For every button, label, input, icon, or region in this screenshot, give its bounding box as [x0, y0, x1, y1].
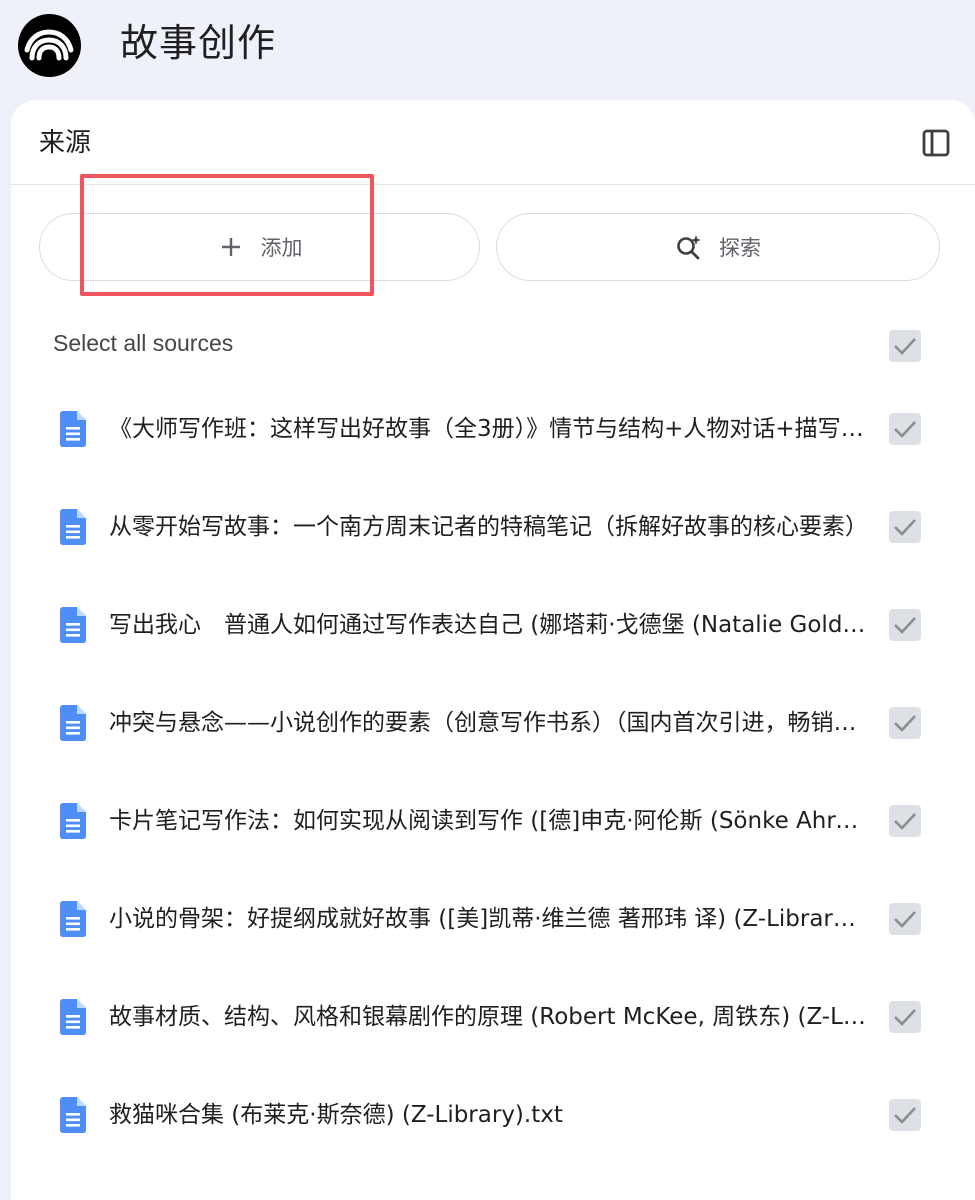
source-title: 冲突与悬念——小说创作的要素（创意写作书系）（国内首次引进，畅销经典）	[109, 710, 869, 736]
source-title: 小说的骨架：好提纲成就好故事 ([美]凯蒂·维兰德 著邢玮 译) (Z-Libr…	[109, 906, 869, 932]
collapse-panel-button[interactable]	[917, 124, 955, 162]
checkmark-icon	[894, 421, 916, 438]
source-checkbox[interactable]	[889, 903, 921, 935]
checkmark-icon	[894, 715, 916, 732]
document-icon	[58, 410, 88, 448]
side-panel-icon	[922, 129, 950, 157]
document-icon	[58, 1096, 88, 1134]
checkmark-icon	[894, 519, 916, 536]
add-source-button[interactable]: 添加	[39, 213, 480, 281]
checkmark-icon	[894, 338, 916, 355]
source-title: 故事材质、结构、风格和银幕剧作的原理 (Robert McKee, 周铁东) (…	[109, 1004, 869, 1030]
panel-header: 来源	[11, 100, 975, 185]
source-checkbox[interactable]	[889, 1099, 921, 1131]
notebook-logo-icon[interactable]	[18, 14, 81, 77]
app-header: 故事创作	[0, 0, 975, 100]
sparkle-search-icon	[675, 233, 703, 261]
source-item[interactable]: 《大师写作班：这样写出好故事（全3册）》情节与结构+人物对话+描写与背景	[11, 380, 975, 478]
source-checkbox[interactable]	[889, 413, 921, 445]
discover-sources-label: 探索	[719, 236, 761, 260]
source-checkbox[interactable]	[889, 609, 921, 641]
source-title: 从零开始写故事：一个南方周末记者的特稿笔记（拆解好故事的核心要素）	[109, 514, 868, 540]
source-checkbox[interactable]	[889, 1001, 921, 1033]
document-icon	[58, 802, 88, 840]
source-title: 救猫咪合集 (布莱克·斯奈德) (Z-Library).txt	[109, 1102, 563, 1128]
discover-sources-button[interactable]: 探索	[496, 213, 940, 281]
source-item[interactable]: 小说的骨架：好提纲成就好故事 ([美]凯蒂·维兰德 著邢玮 译) (Z-Libr…	[11, 870, 975, 968]
document-icon	[58, 704, 88, 742]
source-checkbox[interactable]	[889, 511, 921, 543]
select-all-checkbox[interactable]	[889, 330, 921, 362]
source-item[interactable]: 卡片笔记写作法：如何实现从阅读到写作 ([德]申克·阿伦斯 (Sönke Ahr…	[11, 772, 975, 870]
select-all-row[interactable]: Select all sources	[11, 320, 975, 372]
source-title: 写出我心 普通人如何通过写作表达自己 (娜塔莉·戈德堡 (Natalie Gol…	[109, 612, 869, 638]
source-title: 卡片笔记写作法：如何实现从阅读到写作 ([德]申克·阿伦斯 (Sönke Ahr…	[109, 808, 869, 834]
source-checkbox[interactable]	[889, 707, 921, 739]
source-title: 《大师写作班：这样写出好故事（全3册）》情节与结构+人物对话+描写与背景	[109, 416, 869, 442]
checkmark-icon	[894, 617, 916, 634]
source-item[interactable]: 冲突与悬念——小说创作的要素（创意写作书系）（国内首次引进，畅销经典）	[11, 674, 975, 772]
checkmark-icon	[894, 911, 916, 928]
document-icon	[58, 606, 88, 644]
checkmark-icon	[894, 1009, 916, 1026]
document-icon	[58, 900, 88, 938]
panel-title: 来源	[39, 128, 92, 158]
source-item[interactable]: 救猫咪合集 (布莱克·斯奈德) (Z-Library).txt	[11, 1066, 975, 1164]
source-item[interactable]: 从零开始写故事：一个南方周末记者的特稿笔记（拆解好故事的核心要素）	[11, 478, 975, 576]
app-title: 故事创作	[120, 21, 277, 65]
source-checkbox[interactable]	[889, 805, 921, 837]
sources-panel: 来源 添加 探索 Select all sources 《大师写作班：这样写出好…	[11, 100, 975, 1200]
checkmark-icon	[894, 1107, 916, 1124]
plus-icon	[217, 233, 245, 261]
select-all-label: Select all sources	[53, 330, 234, 356]
document-icon	[58, 508, 88, 546]
checkmark-icon	[894, 813, 916, 830]
document-icon	[58, 998, 88, 1036]
add-source-label: 添加	[260, 236, 303, 260]
source-item[interactable]: 故事材质、结构、风格和银幕剧作的原理 (Robert McKee, 周铁东) (…	[11, 968, 975, 1066]
source-item[interactable]: 写出我心 普通人如何通过写作表达自己 (娜塔莉·戈德堡 (Natalie Gol…	[11, 576, 975, 674]
